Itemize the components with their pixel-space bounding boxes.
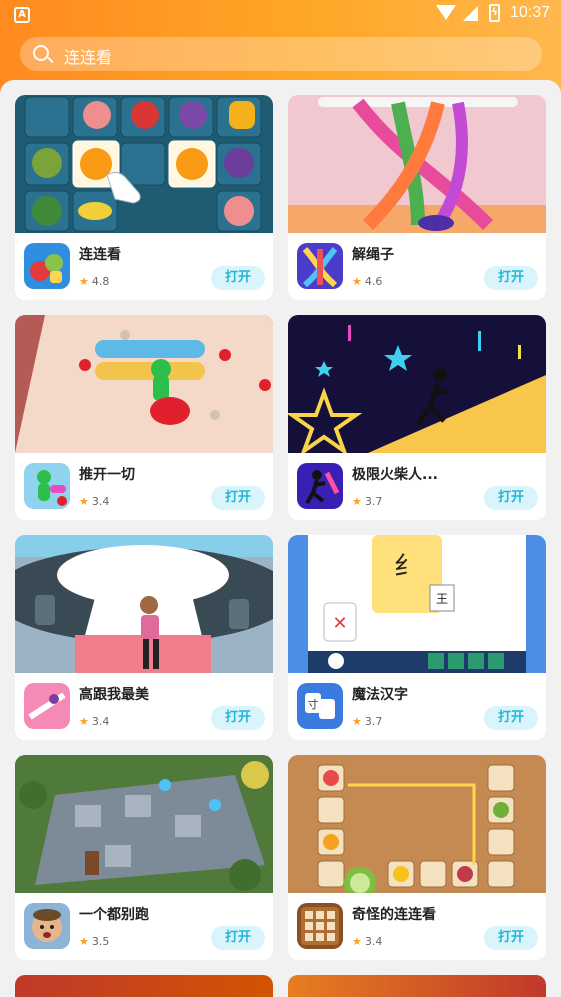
star-icon: ★ — [352, 275, 362, 288]
game-banner — [288, 315, 546, 453]
open-button[interactable]: 打开 — [484, 266, 538, 290]
svg-text:纟: 纟 — [394, 552, 420, 582]
svg-text:✕: ✕ — [332, 613, 347, 634]
game-icon — [24, 683, 70, 729]
star-icon: ★ — [79, 715, 89, 728]
game-banner — [288, 95, 546, 233]
status-bar: A ϟ 10:37 — [0, 0, 561, 30]
game-name: 魔法汉字 — [352, 687, 408, 703]
star-icon: ★ — [352, 495, 362, 508]
game-icon: 寸 — [297, 683, 343, 729]
search-icon — [33, 45, 49, 61]
wifi-icon — [436, 5, 456, 20]
game-card[interactable]: 一个都别跑 ★ 3.5 打开 — [15, 755, 273, 960]
game-banner — [15, 755, 273, 893]
search-input[interactable]: 连连看 — [64, 44, 112, 68]
signal-icon — [463, 6, 478, 21]
game-banner — [15, 315, 273, 453]
game-icon — [24, 903, 70, 949]
open-button[interactable]: 打开 — [211, 706, 265, 730]
game-rating: ★ 3.5 — [79, 935, 110, 948]
open-button[interactable]: 打开 — [211, 926, 265, 950]
open-button[interactable]: 打开 — [211, 266, 265, 290]
game-name: 连连看 — [79, 247, 121, 263]
game-name: 奇怪的连连看 — [352, 907, 436, 923]
game-card[interactable]: 连连看 ★ 4.8 打开 — [15, 95, 273, 300]
game-rating: ★ 3.7 — [352, 495, 383, 508]
game-grid: 连连看 ★ 4.8 打开 解绳子 ★ 4.6 打开 推开一切 ★ 3.4 打开 … — [0, 80, 561, 997]
status-time: 10:37 — [510, 4, 551, 21]
game-card[interactable]: 推开一切 ★ 3.4 打开 — [15, 315, 273, 520]
game-banner — [15, 535, 273, 673]
game-rating: ★ 4.8 — [79, 275, 110, 288]
star-icon: ★ — [79, 275, 89, 288]
game-banner — [15, 95, 273, 233]
battery-icon: ϟ — [489, 4, 500, 22]
game-rating: ★ 3.7 — [352, 715, 383, 728]
open-button[interactable]: 打开 — [484, 706, 538, 730]
game-card[interactable]: 极限火柴人... ★ 3.7 打开 — [288, 315, 546, 520]
game-card-partial[interactable] — [15, 975, 273, 997]
star-icon: ★ — [79, 495, 89, 508]
game-name: 一个都别跑 — [79, 907, 149, 923]
game-card[interactable]: 纟 王 ✕ 寸 魔法汉字 ★ 3.7 打开 — [288, 535, 546, 740]
star-icon: ★ — [79, 935, 89, 948]
open-button[interactable]: 打开 — [211, 486, 265, 510]
game-icon — [297, 903, 343, 949]
game-rating: ★ 3.4 — [79, 715, 110, 728]
game-name: 解绳子 — [352, 247, 394, 263]
game-name: 推开一切 — [79, 467, 135, 483]
open-button[interactable]: 打开 — [484, 926, 538, 950]
game-banner: 纟 王 ✕ — [288, 535, 546, 673]
game-card[interactable]: 解绳子 ★ 4.6 打开 — [288, 95, 546, 300]
open-button[interactable]: 打开 — [484, 486, 538, 510]
svg-text:寸: 寸 — [308, 697, 319, 711]
game-rating: ★ 3.4 — [352, 935, 383, 948]
game-icon — [24, 463, 70, 509]
search-bar[interactable]: 连连看 — [20, 37, 542, 71]
game-icon — [297, 463, 343, 509]
game-card[interactable]: 高跟我最美 ★ 3.4 打开 — [15, 535, 273, 740]
star-icon: ★ — [352, 935, 362, 948]
svg-text:王: 王 — [436, 592, 448, 606]
game-card[interactable]: 奇怪的连连看 ★ 3.4 打开 — [288, 755, 546, 960]
game-rating: ★ 4.6 — [352, 275, 383, 288]
game-rating: ★ 3.4 — [79, 495, 110, 508]
game-name: 高跟我最美 — [79, 687, 149, 703]
game-name: 极限火柴人... — [352, 467, 438, 483]
game-icon — [24, 243, 70, 289]
app-notification-icon: A — [14, 7, 30, 23]
game-card-partial[interactable] — [288, 975, 546, 997]
game-icon — [297, 243, 343, 289]
star-icon: ★ — [352, 715, 362, 728]
game-banner — [288, 755, 546, 893]
